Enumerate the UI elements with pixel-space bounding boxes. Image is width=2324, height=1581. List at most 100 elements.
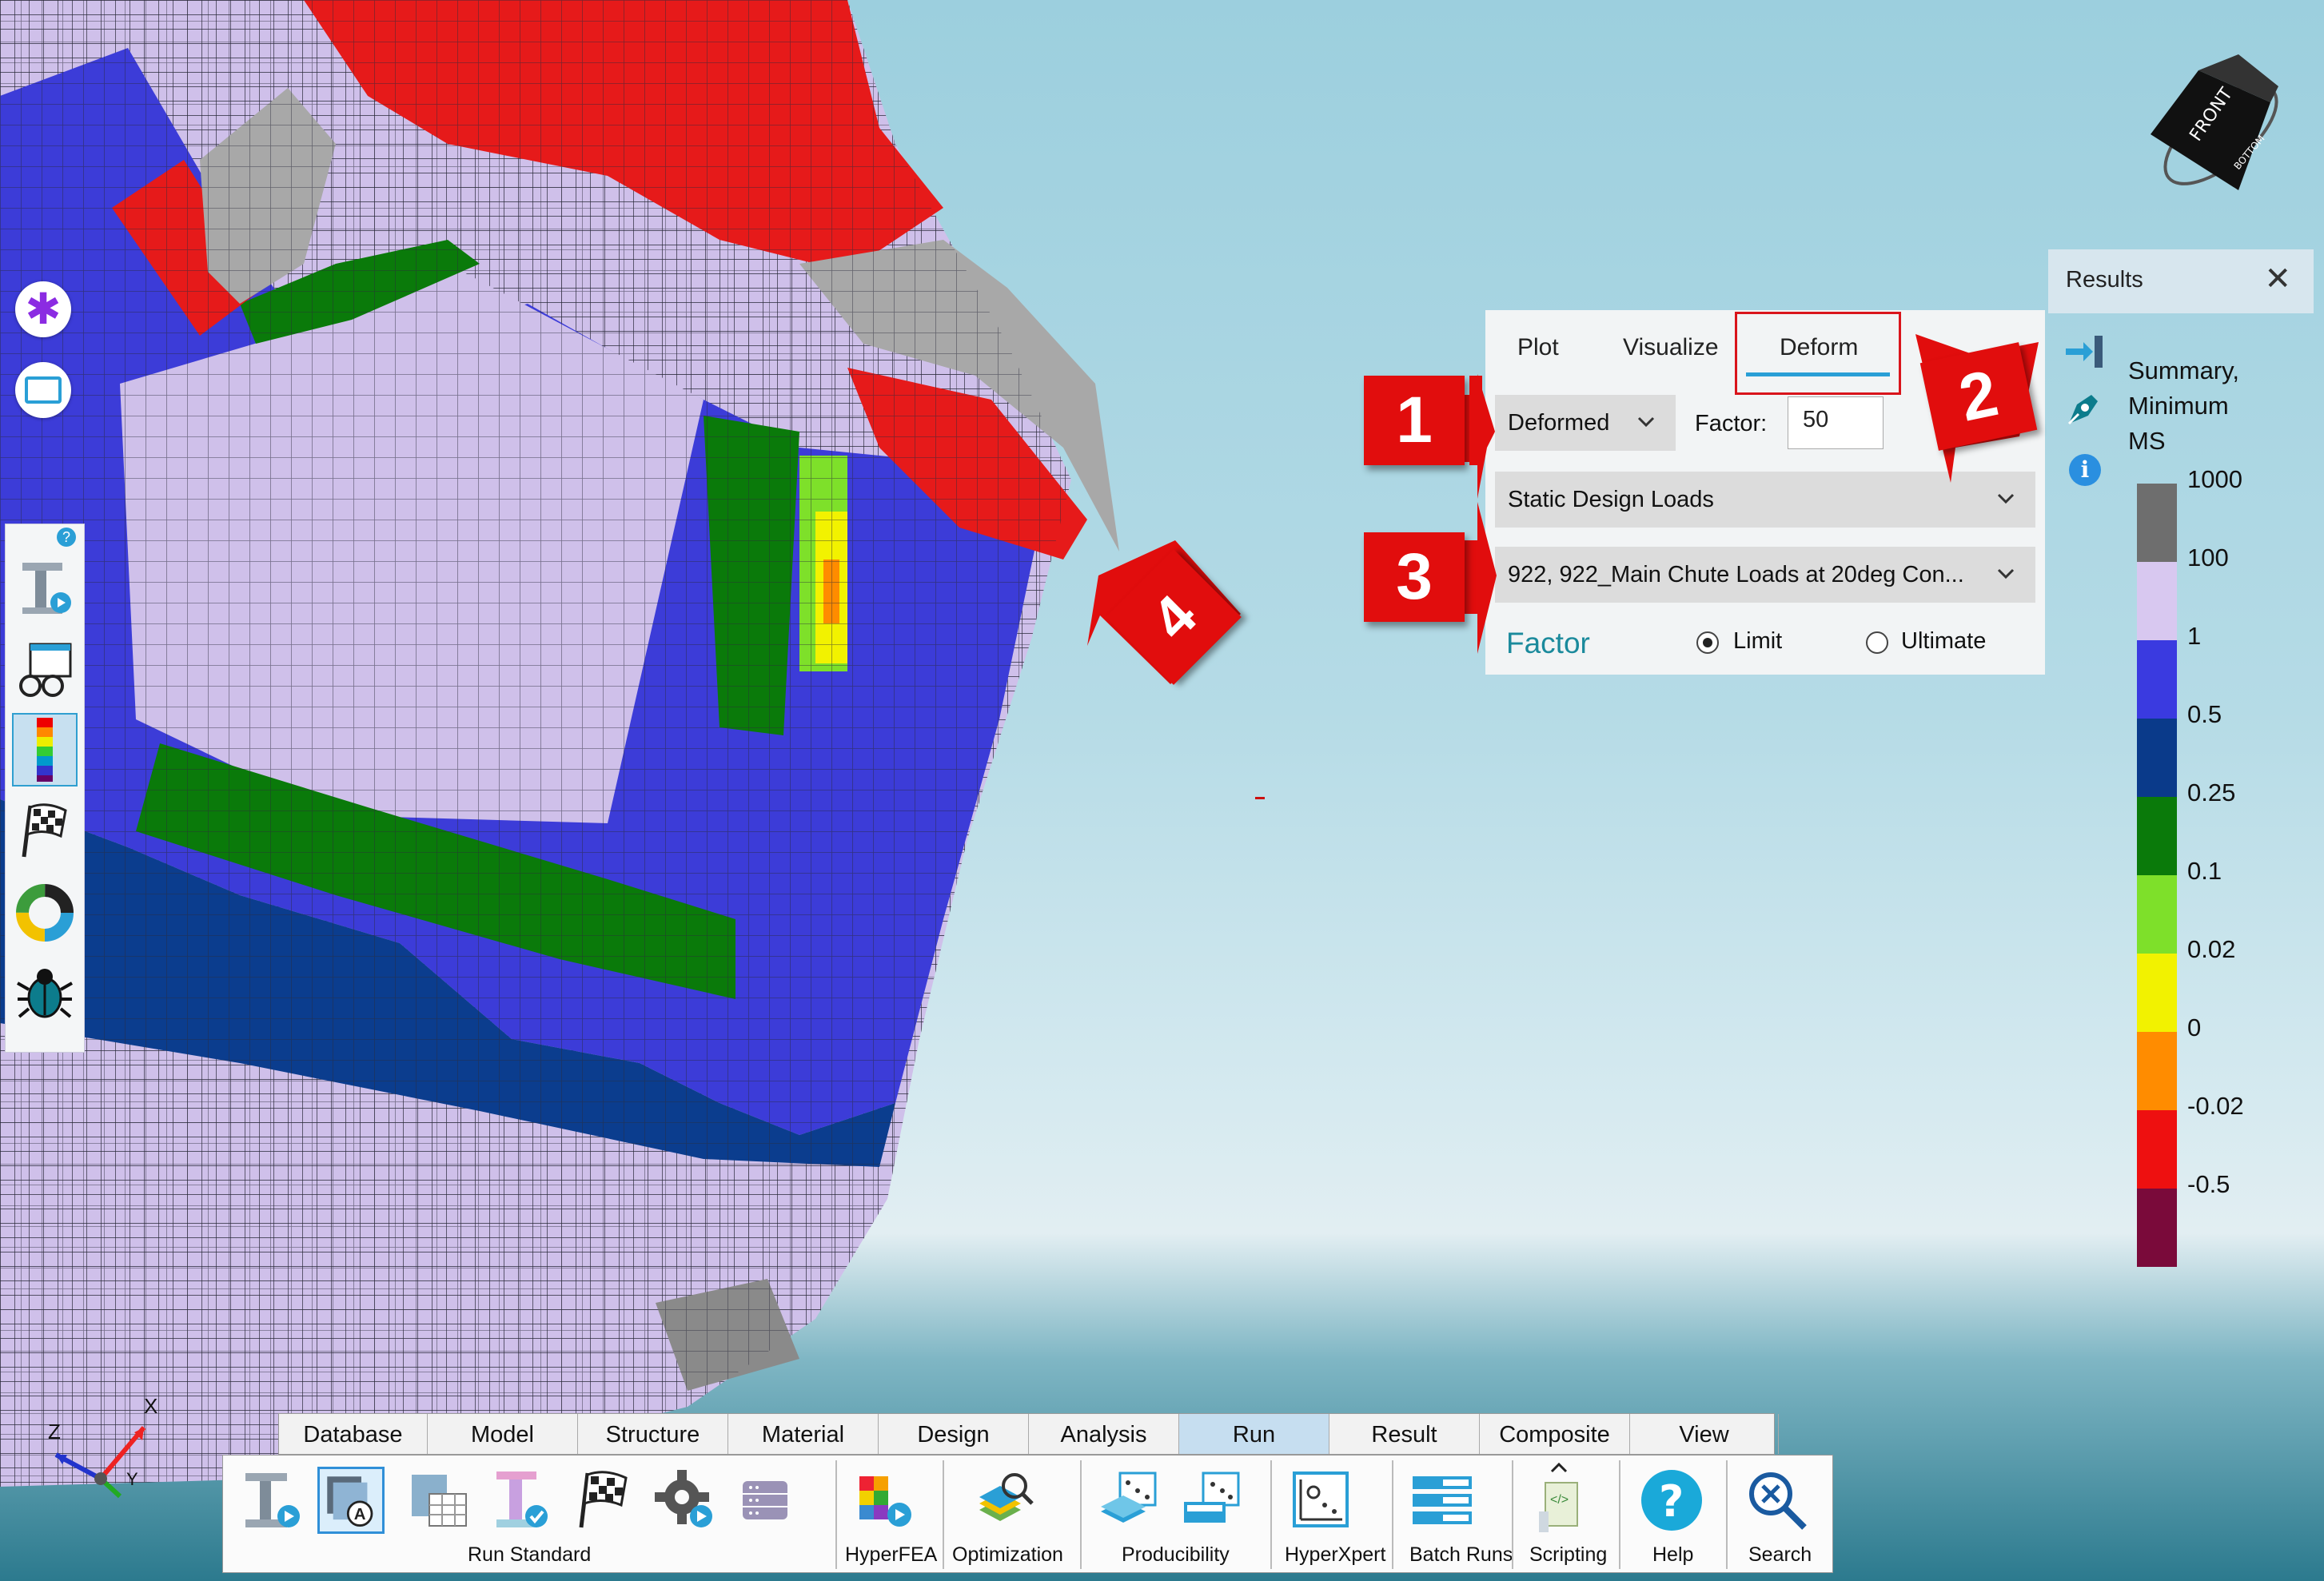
load-case-value: 922, 922_Main Chute Loads at 20deg Con..…: [1508, 561, 1964, 587]
group-separator: [835, 1460, 837, 1569]
legend-title-line1: Summary,: [2128, 356, 2239, 384]
load-case-dropdown[interactable]: 922, 922_Main Chute Loads at 20deg Con..…: [1495, 547, 2035, 603]
ribbon-tab-run[interactable]: Run: [1179, 1414, 1329, 1454]
producibility-icon-2[interactable]: [1179, 1467, 1246, 1534]
factor-input[interactable]: 50: [1788, 396, 1884, 449]
limit-radio[interactable]: [1696, 631, 1719, 654]
legend-label: 0.1: [2187, 857, 2222, 885]
donut-chart-button[interactable]: [12, 876, 78, 950]
ribbon-tab-view[interactable]: View: [1630, 1414, 1779, 1454]
ultimate-radio[interactable]: [1866, 631, 1888, 654]
axis-x-label: X: [144, 1394, 157, 1418]
legend-swatch: [2137, 1032, 2177, 1110]
axis-y-label: Y: [126, 1469, 138, 1489]
pen-icon[interactable]: [2061, 387, 2106, 432]
callout-1-tail: [1469, 376, 1482, 465]
analysis-tool-button[interactable]: [12, 552, 78, 625]
batch-table-icon[interactable]: [405, 1467, 472, 1534]
rainbow-check-icon[interactable]: [487, 1467, 554, 1534]
legend-swatch: [2137, 719, 2177, 797]
hyperxpert-icon[interactable]: [1288, 1467, 1355, 1534]
side-toolbar: ?: [5, 524, 85, 1053]
tab-visualize[interactable]: Visualize: [1623, 334, 1719, 361]
tab-plot[interactable]: Plot: [1517, 334, 1559, 361]
legend-title-line3: MS: [2128, 427, 2166, 455]
ribbon-tab-design[interactable]: Design: [879, 1414, 1029, 1454]
ribbon-tab-material[interactable]: Material: [728, 1414, 879, 1454]
checkered-flag-icon[interactable]: [570, 1467, 637, 1534]
group-label-search: Search: [1748, 1543, 1812, 1566]
ribbon-tab-model[interactable]: Model: [428, 1414, 578, 1454]
automated-icon: A: [327, 1476, 373, 1527]
scripting-icon[interactable]: </>: [1533, 1479, 1589, 1535]
load-set-dropdown[interactable]: Static Design Loads: [1495, 472, 2035, 528]
frame-button[interactable]: [15, 362, 71, 418]
optimization-icon[interactable]: [971, 1467, 1038, 1534]
chevron-up-icon[interactable]: [1547, 1459, 1571, 1476]
svg-text:</>: </>: [1550, 1493, 1569, 1507]
deform-mode-value: Deformed: [1508, 409, 1610, 436]
legend-label: 0.02: [2187, 935, 2236, 963]
close-icon[interactable]: ✕: [2264, 261, 2291, 297]
donut-chart-icon: [16, 884, 74, 942]
deform-mode-dropdown[interactable]: Deformed: [1495, 395, 1676, 451]
callout-1: 1: [1364, 376, 1465, 465]
search-icon[interactable]: [1744, 1467, 1811, 1534]
batch-runs-icon[interactable]: [1408, 1467, 1475, 1534]
viewer-button[interactable]: [12, 633, 78, 707]
viewer-icon: [19, 643, 72, 697]
chevron-down-icon: [1997, 493, 2015, 504]
legend-title-line2: Minimum: [2128, 392, 2229, 420]
pin-icon[interactable]: [2063, 333, 2104, 371]
legend-swatch: [2137, 562, 2177, 640]
help-icon[interactable]: ?: [1638, 1467, 1705, 1534]
rectangle-icon: [25, 376, 62, 404]
bug-icon: [17, 969, 73, 1018]
view-cube[interactable]: FRONT BOTTOM: [2119, 38, 2302, 222]
group-label-help: Help: [1652, 1543, 1694, 1566]
ribbon-tab-database[interactable]: Database: [279, 1414, 428, 1454]
info-icon[interactable]: i: [2069, 454, 2101, 486]
legend-title: Summary, Minimum MS: [2128, 353, 2239, 459]
group-label-hyperxpert: HyperXpert: [1285, 1543, 1386, 1566]
help-badge-icon[interactable]: ?: [57, 528, 76, 547]
finish-flag-button[interactable]: [12, 794, 78, 868]
run-automated-button[interactable]: A: [317, 1467, 385, 1534]
ribbon-tab-bar: Database Model Structure Material Design Anal…: [278, 1413, 1779, 1455]
axis-triad: X Z Y: [48, 1394, 157, 1499]
group-separator: [1392, 1460, 1393, 1569]
producibility-icon-1[interactable]: [1096, 1467, 1163, 1534]
legend-swatch: [2137, 875, 2177, 954]
legend-label: -0.5: [2187, 1170, 2230, 1198]
callout-4-label: 4: [1138, 582, 1209, 652]
callout-3: 3: [1364, 532, 1465, 622]
ribbon-tab-structure[interactable]: Structure: [578, 1414, 728, 1454]
group-separator: [1726, 1460, 1728, 1569]
analysis-tool-icon: [22, 563, 71, 614]
ultimate-radio-label: Ultimate: [1901, 628, 1987, 654]
legend-swatch: [2137, 1189, 2177, 1267]
hyperfea-icon[interactable]: [851, 1467, 919, 1534]
debug-button[interactable]: [12, 956, 78, 1029]
gear-run-icon[interactable]: [652, 1467, 719, 1534]
model-viewport[interactable]: [0, 0, 2324, 1581]
checkered-flag-icon: [22, 803, 67, 858]
factor-label: Factor:: [1695, 411, 1768, 436]
callout-1-label: 1: [1396, 384, 1433, 456]
group-label-optimization: Optimization: [952, 1543, 1063, 1566]
ribbon-tab-composite[interactable]: Composite: [1480, 1414, 1630, 1454]
group-label-run-standard: Run Standard: [468, 1543, 592, 1566]
legend-swatch: [2137, 797, 2177, 875]
chevron-down-icon: [1997, 568, 2015, 579]
analysis-tool-icon[interactable]: [239, 1467, 306, 1534]
ribbon-tab-analysis[interactable]: Analysis: [1029, 1414, 1179, 1454]
legend-color-bar: [2137, 484, 2177, 1267]
star-icon: ✱: [25, 285, 62, 333]
legend-label: 0: [2187, 1014, 2202, 1041]
star-button[interactable]: ✱: [15, 281, 71, 337]
ribbon-tab-result[interactable]: Result: [1329, 1414, 1480, 1454]
results-panel-header: Results ✕: [2048, 249, 2314, 313]
group-label-producibility: Producibility: [1122, 1543, 1230, 1566]
contour-button[interactable]: [12, 713, 78, 787]
server-icon[interactable]: [731, 1467, 799, 1534]
